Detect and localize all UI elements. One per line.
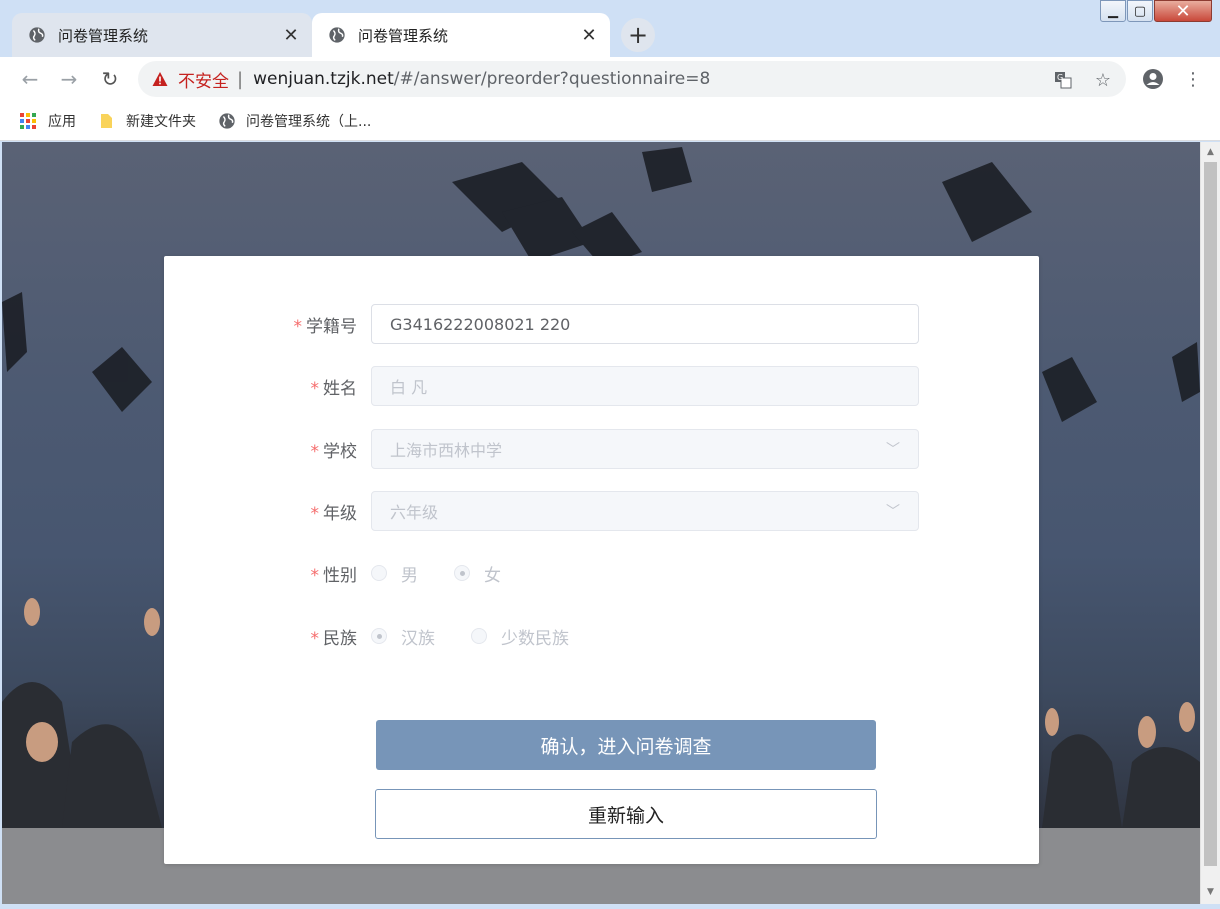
bookmark-label: 问卷管理系统（上... [246,113,372,130]
gender-option-male[interactable]: 男 [371,561,418,586]
ethnicity-option-han[interactable]: 汉族 [371,624,435,649]
tab-title: 问卷管理系统 [58,26,149,45]
reset-input-button[interactable]: 重新输入 [375,789,877,839]
tab-inactive[interactable]: 问卷管理系统 ✕ [12,13,312,57]
gender-radio-group: 男 女 [371,561,537,586]
gender-label: * 性别 [310,565,358,586]
tab-active[interactable]: 问卷管理系统 ✕ [312,13,610,57]
security-status[interactable]: 不安全 [178,67,229,92]
student-id-input[interactable]: G3416222008021 220 [371,304,919,344]
ethnicity-option-minority[interactable]: 少数民族 [471,624,569,649]
folder-icon [101,113,112,128]
url-separator: | [237,68,244,90]
school-select[interactable]: 上海市西林中学 ﹀ [371,429,919,469]
grade-select[interactable]: 六年级 ﹀ [371,491,919,531]
school-label: * 学校 [310,441,358,462]
student-id-label: * 学籍号 [293,316,358,337]
name-label: * 姓名 [310,378,358,399]
scroll-up-arrow-icon[interactable]: ▲ [1201,144,1220,160]
window-titlebar: ▁ ▢ ✕ 问卷管理系统 ✕ 问卷管理系统 ✕ + [0,0,1220,57]
gender-option-female[interactable]: 女 [454,561,501,586]
confirm-enter-survey-button[interactable]: 确认，进入问卷调查 [376,720,876,770]
tab-close-icon[interactable]: ✕ [282,25,300,46]
form-row-gender: * 性别 男 女 [164,553,1039,593]
radio-button-checked[interactable] [371,628,387,644]
bookmark-questionnaire[interactable]: 问卷管理系统（上... [218,111,371,131]
url-path: /#/answer/preorder?questionnaire=8 [393,69,711,89]
new-tab-button[interactable]: + [621,18,655,52]
url-host: wenjuan.tzjk.net [253,69,394,89]
page-scrollbar[interactable]: ▲ ▼ [1200,142,1220,904]
scrollbar-thumb[interactable] [1204,162,1217,866]
reload-icon[interactable]: ↻ [96,65,124,93]
bookmark-star-icon[interactable]: ☆ [1093,70,1113,91]
address-bar[interactable]: 不安全 | wenjuan.tzjk.net /#/answer/preorde… [138,61,1126,97]
tab-title: 问卷管理系统 [358,26,449,45]
warning-triangle-icon [152,72,168,86]
maximize-button[interactable]: ▢ [1127,0,1153,22]
ethnicity-radio-group: 汉族 少数民族 [371,624,605,649]
back-arrow-icon[interactable]: ← [16,65,44,93]
chevron-down-icon: ﹀ [886,504,900,520]
form-row-student-id: * 学籍号 G3416222008021 220 [164,304,1039,344]
scroll-down-arrow-icon[interactable]: ▼ [1201,884,1220,900]
globe-icon [219,112,235,129]
preorder-form-card: * 学籍号 G3416222008021 220 * 姓名 白 凡 * 学校 上海市西… [164,256,1039,864]
window-controls: ▁ ▢ ✕ [1099,0,1212,22]
radio-button[interactable] [371,565,387,581]
grade-label: * 年级 [310,503,358,524]
bookmark-folder[interactable]: 新建文件夹 [98,111,196,131]
name-input[interactable]: 白 凡 [371,366,919,406]
bookmark-label: 应用 [48,113,76,130]
minimize-button[interactable]: ▁ [1100,0,1126,22]
globe-icon [29,27,45,43]
form-row-school: * 学校 上海市西林中学 ﹀ [164,429,1039,469]
radio-button[interactable] [471,628,487,644]
svg-text:G: G [1057,73,1063,82]
tab-close-icon[interactable]: ✕ [580,25,598,46]
close-window-button[interactable]: ✕ [1154,0,1212,22]
form-row-name: * 姓名 白 凡 [164,366,1039,406]
browser-toolbar: ← → ↻ 不安全 | wenjuan.tzjk.net /#/answer/p… [0,57,1220,101]
chevron-down-icon: ﹀ [886,442,900,458]
translate-icon[interactable]: G [1053,70,1073,90]
apps-grid-icon [20,112,36,129]
bookmark-apps[interactable]: 应用 [20,111,76,131]
menu-kebab-icon[interactable]: ⋮ [1181,67,1205,91]
globe-icon [329,27,345,43]
bookmark-label: 新建文件夹 [126,113,196,130]
forward-arrow-icon[interactable]: → [55,65,83,93]
bookmarks-bar: 应用 新建文件夹 问卷管理系统（上... [0,101,1220,141]
profile-avatar-icon[interactable] [1141,67,1165,91]
form-row-ethnicity: * 民族 汉族 少数民族 [164,616,1039,656]
ethnicity-label: * 民族 [310,628,358,649]
form-row-grade: * 年级 六年级 ﹀ [164,491,1039,531]
radio-button-checked[interactable] [454,565,470,581]
